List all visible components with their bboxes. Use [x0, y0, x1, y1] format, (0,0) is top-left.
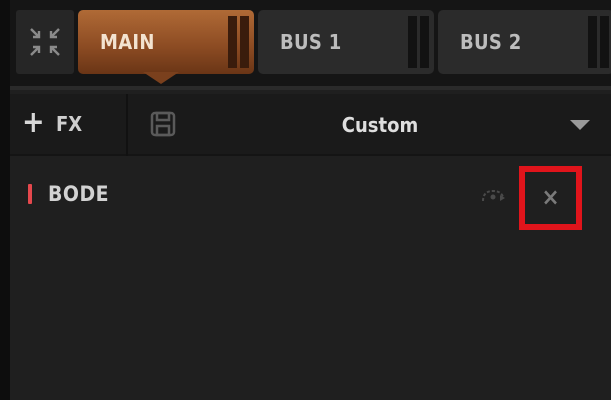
level-meter: [408, 16, 417, 68]
tab-bus-1[interactable]: BUS 1: [258, 10, 434, 74]
fx-slot-list: BODE ×: [10, 156, 611, 400]
window-edge: [0, 0, 10, 400]
bus-tabs-bar: MAIN BUS 1 BUS 2: [10, 0, 611, 90]
tab-main[interactable]: MAIN: [78, 10, 254, 74]
remove-fx-button[interactable]: ×: [519, 166, 582, 230]
tab-label: MAIN: [100, 30, 155, 54]
level-meter: [228, 16, 237, 68]
slot-color-indicator: [28, 184, 32, 204]
fx-toolbar: + FX Custom: [10, 94, 611, 156]
tab-bus-2[interactable]: BUS 2: [438, 10, 611, 74]
plus-icon: +: [22, 105, 45, 140]
preset-selector[interactable]: Custom: [210, 94, 550, 156]
collapse-button[interactable]: [16, 10, 74, 74]
add-fx-button[interactable]: + FX: [10, 94, 128, 156]
tab-label: BUS 1: [280, 30, 342, 54]
add-fx-label: FX: [56, 112, 83, 136]
level-meter: [420, 16, 429, 68]
save-icon[interactable]: [150, 111, 176, 137]
level-meter: [600, 16, 609, 68]
active-tab-pointer: [143, 72, 179, 84]
bypass-routing-icon[interactable]: [480, 187, 510, 205]
fx-slot-name: BODE: [48, 182, 110, 206]
dropdown-arrow-icon[interactable]: [570, 120, 590, 130]
fx-slot[interactable]: BODE ×: [10, 156, 611, 236]
mixer-fx-panel: MAIN BUS 1 BUS 2 + FX Custom BODE ×: [10, 0, 611, 400]
collapse-arrows-icon: [30, 28, 60, 56]
level-meter: [588, 16, 597, 68]
tab-label: BUS 2: [460, 30, 522, 54]
close-icon: ×: [541, 183, 560, 211]
level-meter: [240, 16, 249, 68]
